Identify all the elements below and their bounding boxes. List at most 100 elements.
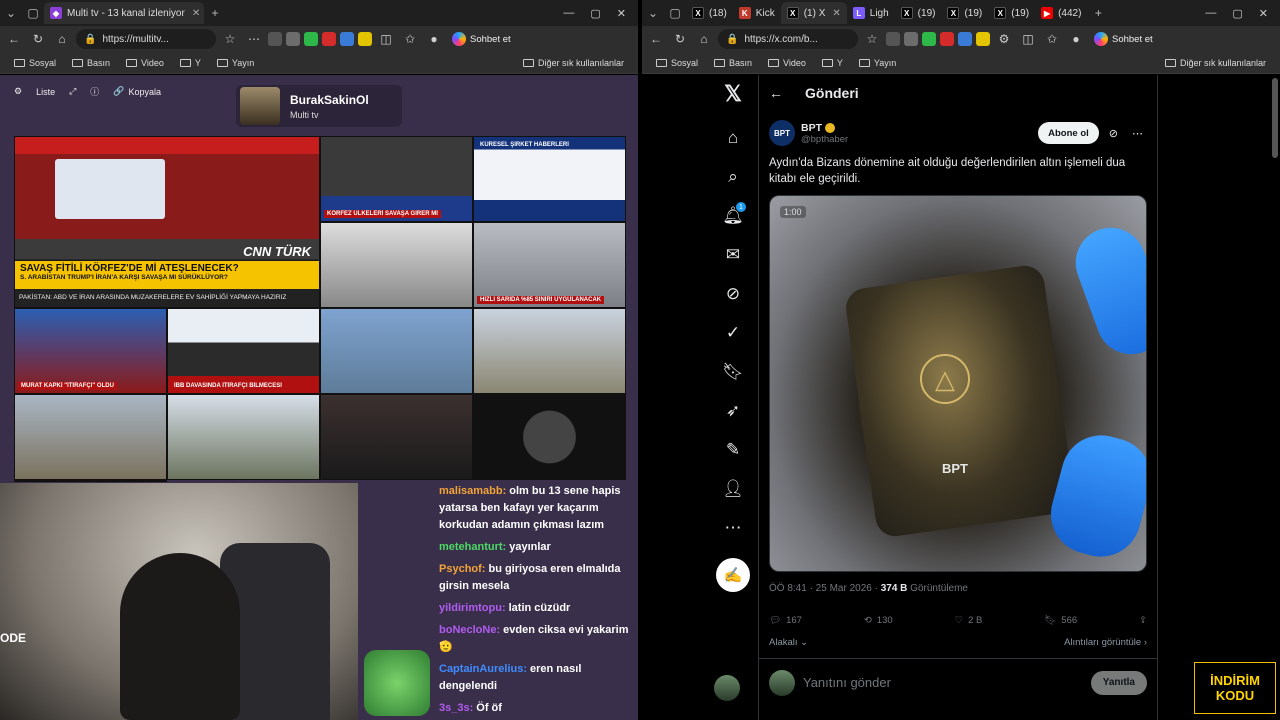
close-window-icon[interactable]: ✕ bbox=[1259, 7, 1268, 20]
user-card[interactable]: BurakSakinOl Multi tv bbox=[236, 85, 402, 127]
split-screen-icon[interactable]: ◫ bbox=[376, 29, 396, 49]
bookmark-folder[interactable]: Video bbox=[120, 58, 170, 68]
maximize-icon[interactable]: ▢ bbox=[590, 7, 600, 20]
post-video[interactable]: △ 1:00 BPT bbox=[769, 195, 1147, 572]
bookmark-action[interactable]: 🔖︎ 566 bbox=[1044, 615, 1077, 626]
channel-tile[interactable] bbox=[320, 222, 473, 308]
bookmark-folder[interactable]: Basın bbox=[708, 58, 758, 68]
fullscreen-icon[interactable]: ⤢ bbox=[69, 86, 76, 97]
post-timestamp[interactable]: ÖÖ 8:41 · 25 Mar 2026 · bbox=[769, 583, 881, 594]
more-options-icon[interactable]: ⋯ bbox=[1128, 127, 1147, 140]
channel-tile[interactable]: MURAT KAPKİ "İTİRAFÇI" OLDU bbox=[14, 308, 167, 394]
chat-username[interactable]: malisamabb: bbox=[439, 485, 506, 497]
extension-icon[interactable] bbox=[940, 32, 954, 46]
close-window-icon[interactable]: ✕ bbox=[617, 7, 626, 20]
more-icon[interactable]: ⋯ bbox=[718, 513, 748, 543]
tab-multitv[interactable]: ◆ Multi tv - 13 kanal izleniyor ✕ bbox=[44, 2, 204, 24]
reply-button[interactable]: Yanıtla bbox=[1090, 670, 1147, 695]
tab-actions-icon[interactable]: ⌄ bbox=[642, 2, 664, 24]
author-name-row[interactable]: BPT bbox=[801, 122, 848, 134]
x-logo-icon[interactable]: 𝕏 bbox=[718, 79, 748, 109]
refresh-icon[interactable]: ↻ bbox=[28, 29, 48, 49]
extension-icon[interactable] bbox=[304, 32, 318, 46]
copilot-button[interactable]: Sohbet et bbox=[1094, 32, 1153, 46]
address-bar[interactable]: 🔒 https://multitv... bbox=[76, 29, 216, 49]
maximize-icon[interactable]: ▢ bbox=[1232, 7, 1242, 20]
tab-actions-icon[interactable]: ⌄ bbox=[0, 2, 22, 24]
extension-icon[interactable] bbox=[886, 32, 900, 46]
channel-tile[interactable]: İBB DAVASINDA İTİRAFÇI BİLMECESİ bbox=[167, 308, 320, 394]
info-icon[interactable]: ⓘ bbox=[90, 85, 99, 98]
copilot-button[interactable]: Sohbet et bbox=[452, 32, 511, 46]
address-bar[interactable]: 🔒 https://x.com/b... bbox=[718, 29, 858, 49]
favorite-icon[interactable]: ☆ bbox=[862, 29, 882, 49]
profile-avatar[interactable]: ● bbox=[1066, 29, 1086, 49]
view-quotes-link[interactable]: Alıntıları görüntüle › bbox=[1064, 637, 1147, 648]
articles-icon[interactable]: ✎ bbox=[718, 435, 748, 465]
bookmark-folder[interactable]: Video bbox=[762, 58, 812, 68]
bookmark-folder[interactable]: Y bbox=[174, 58, 207, 68]
share-action[interactable]: ⇪ bbox=[1139, 615, 1147, 626]
chat-username[interactable]: metehanturt: bbox=[439, 541, 506, 553]
channel-tile[interactable] bbox=[320, 308, 473, 394]
back-arrow-icon[interactable]: ← bbox=[769, 85, 783, 101]
reply-input[interactable]: Yanıtını gönder bbox=[803, 675, 891, 690]
grok-icon[interactable]: ⊘ bbox=[718, 279, 748, 309]
extension-icon[interactable] bbox=[958, 32, 972, 46]
like-action[interactable]: ♡ 2 B bbox=[955, 615, 983, 626]
repost-action[interactable]: ⟲ 130 bbox=[864, 615, 893, 626]
profile-avatar[interactable]: ● bbox=[424, 29, 444, 49]
jobs-icon[interactable]: ➶ bbox=[718, 396, 748, 426]
back-icon[interactable]: ← bbox=[4, 29, 24, 49]
home-icon[interactable]: ⌂ bbox=[694, 29, 714, 49]
minimize-icon[interactable]: — bbox=[563, 7, 574, 20]
extension-icon[interactable] bbox=[904, 32, 918, 46]
channel-tile-cnn[interactable]: CNN TÜRK SAVAŞ FİTİLİ KÖRFEZ'DE Mİ ATEŞL… bbox=[14, 136, 320, 308]
channel-tile[interactable] bbox=[14, 480, 167, 482]
channel-tile[interactable] bbox=[320, 394, 473, 480]
tab-x[interactable]: X (19) bbox=[895, 2, 942, 24]
chat-username[interactable]: Psychof: bbox=[439, 563, 485, 575]
related-dropdown[interactable]: Alakalı ⌄ bbox=[769, 637, 808, 648]
grok-explain-icon[interactable]: ⊘ bbox=[1105, 127, 1122, 140]
tab-light[interactable]: L Ligh bbox=[847, 2, 895, 24]
other-favorites[interactable]: Diğer sık kullanılanlar bbox=[517, 58, 630, 68]
chat-username[interactable]: CaptainAurelius: bbox=[439, 663, 527, 675]
profile-icon[interactable]: 👤︎ bbox=[718, 474, 748, 504]
channel-tile[interactable]: KÜRESEL ŞİRKET HABERLERİ bbox=[473, 136, 626, 222]
account-avatar[interactable] bbox=[714, 675, 740, 701]
extension-icon[interactable] bbox=[340, 32, 354, 46]
channel-tile[interactable] bbox=[473, 394, 626, 480]
close-icon[interactable]: ✕ bbox=[192, 8, 200, 19]
extension-icon[interactable] bbox=[322, 32, 336, 46]
chat-username[interactable]: boNecloNe: bbox=[439, 624, 500, 636]
channel-tile[interactable] bbox=[14, 394, 167, 480]
minimize-icon[interactable]: — bbox=[1205, 7, 1216, 20]
tab-x[interactable]: X (19) bbox=[988, 2, 1035, 24]
tab-youtube[interactable]: ▶ (442) bbox=[1035, 2, 1087, 24]
tab-x[interactable]: X (19) bbox=[941, 2, 988, 24]
channel-tile[interactable] bbox=[473, 308, 626, 394]
post-button[interactable]: ✍ bbox=[716, 558, 750, 592]
extension-icon[interactable] bbox=[976, 32, 990, 46]
notifications-icon[interactable]: 🔔︎ 1 bbox=[718, 201, 748, 231]
workspaces-icon[interactable]: ▢ bbox=[22, 2, 44, 24]
more-icon[interactable]: ⋯ bbox=[244, 29, 264, 49]
new-tab-icon[interactable]: + bbox=[1087, 2, 1109, 24]
close-icon[interactable]: ✕ bbox=[832, 8, 840, 19]
reply-action[interactable]: 💬︎ 167 bbox=[769, 615, 802, 626]
subscribe-button[interactable]: Abone ol bbox=[1038, 122, 1099, 144]
messages-icon[interactable]: ✉ bbox=[718, 240, 748, 270]
tab-kick[interactable]: K Kick bbox=[733, 2, 781, 24]
chat-username[interactable]: 3s_3s: bbox=[439, 702, 473, 714]
channel-tile[interactable]: KÖRFEZ ÜLKELERİ SAVAŞA GİRER Mİ bbox=[320, 136, 473, 222]
settings-icon[interactable]: ⚙ bbox=[14, 86, 22, 97]
extension-icon[interactable] bbox=[922, 32, 936, 46]
extensions-icon[interactable]: ⚙ bbox=[994, 29, 1014, 49]
channel-tile[interactable] bbox=[167, 394, 320, 480]
scrollbar[interactable] bbox=[1272, 78, 1278, 158]
search-icon[interactable]: ⌕ bbox=[718, 162, 748, 192]
other-favorites[interactable]: Diğer sık kullanılanlar bbox=[1159, 58, 1272, 68]
bookmark-folder[interactable]: Yayın bbox=[853, 58, 902, 68]
favorite-icon[interactable]: ☆ bbox=[220, 29, 240, 49]
